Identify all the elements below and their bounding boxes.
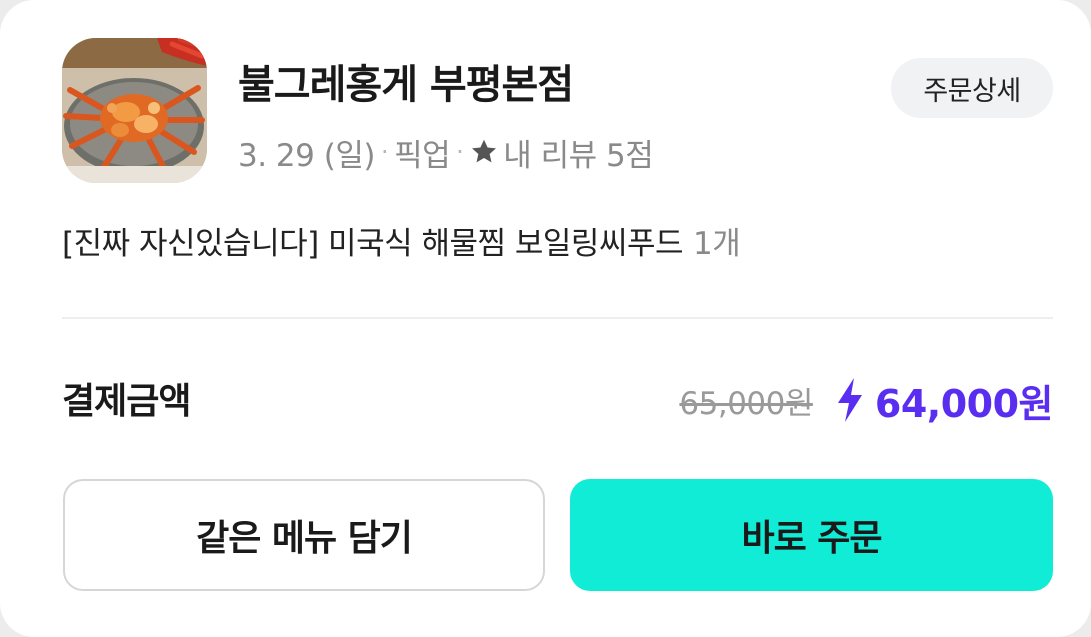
- order-now-button[interactable]: 바로 주문: [570, 479, 1053, 591]
- payment-amount-label: 결제금액: [62, 381, 191, 422]
- price-area: 65,000원 64,000원: [679, 370, 1054, 430]
- order-detail-button[interactable]: 주문상세: [891, 58, 1053, 118]
- star-icon: [469, 137, 499, 167]
- section-divider: [62, 317, 1053, 319]
- meta-separator: ·: [456, 138, 464, 166]
- order-date: 3. 29 (일): [238, 137, 375, 174]
- order-card: 불그레홍게 부평본점 주문상세 3. 29 (일) · 픽업 · 내 리뷰 5점…: [0, 0, 1091, 637]
- menu-name: [진짜 자신있습니다] 미국식 해물찜 보일링씨푸드: [62, 226, 684, 262]
- ordered-menu-line: [진짜 자신있습니다] 미국식 해물찜 보일링씨푸드 1개: [62, 218, 741, 263]
- store-thumbnail-image[interactable]: [62, 38, 207, 183]
- original-price: 65,000원: [679, 385, 813, 422]
- lightning-bolt-icon: [835, 377, 865, 423]
- final-price: 64,000원: [874, 381, 1054, 426]
- store-name[interactable]: 불그레홍게 부평본점: [238, 52, 574, 110]
- my-review-link[interactable]: 내 리뷰 5점: [503, 130, 654, 175]
- meta-separator: ·: [380, 138, 389, 166]
- order-meta-row: 3. 29 (일) · 픽업 · 내 리뷰 5점: [238, 130, 654, 175]
- menu-quantity: 1개: [693, 226, 741, 262]
- add-same-menu-button[interactable]: 같은 메뉴 담기: [63, 479, 545, 591]
- order-type: 픽업: [394, 137, 451, 174]
- crab-food-illustration: [62, 38, 207, 183]
